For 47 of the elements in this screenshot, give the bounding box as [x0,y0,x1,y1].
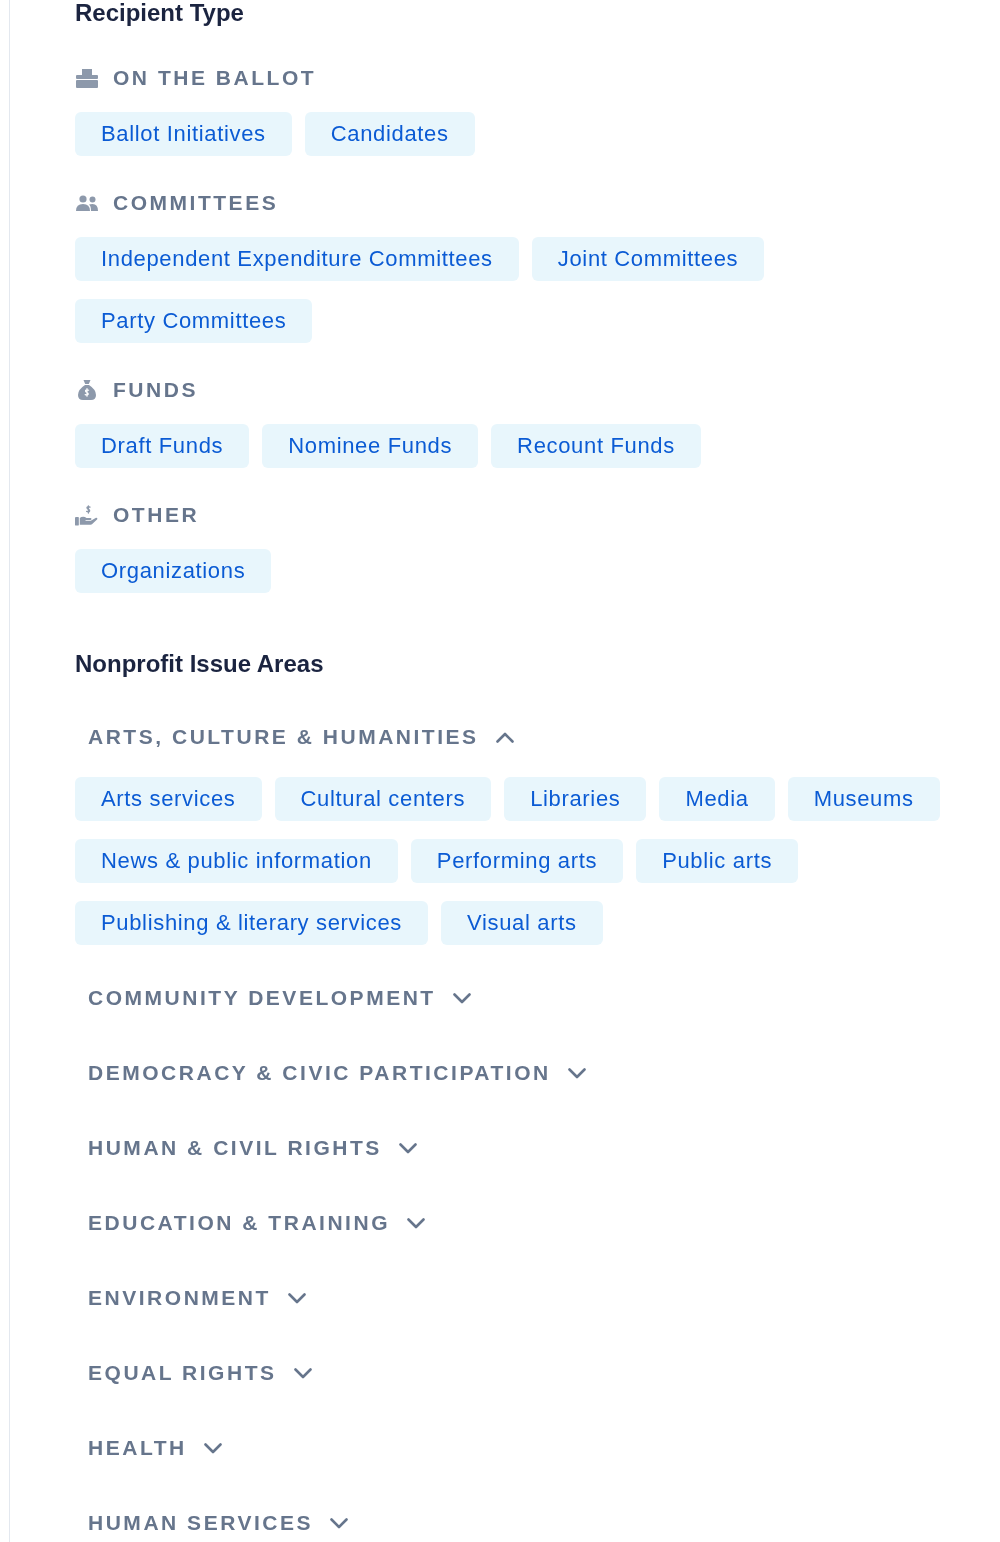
filter-chip[interactable]: Recount Funds [491,424,701,468]
section-title: Nonprofit Issue Areas [75,649,324,679]
filter-chip[interactable]: Publishing & literary services [75,901,429,945]
filter-chip[interactable]: Organizations [75,549,272,593]
category-toggle[interactable]: EDUCATION & TRAINING [88,1209,425,1237]
filter-chip[interactable]: Joint Committees [531,237,765,281]
chevron-down-icon [398,1142,417,1154]
group-heading: ON THE BALLOT [113,65,317,91]
category-toggle[interactable]: EQUAL RIGHTS [88,1359,312,1387]
filter-chip[interactable]: Libraries [504,777,647,821]
filter-chip[interactable]: Performing arts [410,839,624,883]
category-toggle[interactable]: HUMAN & CIVIL RIGHTS [88,1134,417,1162]
filter-chip[interactable]: Nominee Funds [262,424,479,468]
group-heading: COMMITTEES [113,190,279,216]
category-toggle[interactable]: ENVIRONMENT [88,1284,306,1312]
chevron-down-icon [567,1067,586,1079]
filter-chip[interactable]: Museums [787,777,940,821]
chevron-down-icon [203,1442,222,1454]
category-toggle[interactable]: HUMAN SERVICES [88,1509,349,1537]
category-toggle[interactable]: DEMOCRACY & CIVIC PARTICIPATION [88,1059,586,1087]
hand-dollar-icon [75,504,98,526]
category-toggle[interactable]: HEALTH [88,1434,222,1462]
filter-chip[interactable]: Candidates [304,112,475,156]
filter-chip[interactable]: Visual arts [441,901,603,945]
filter-chip[interactable]: News & public information [75,839,398,883]
chevron-down-icon [287,1292,306,1304]
money-bag-icon [77,380,96,400]
people-icon [75,195,98,211]
group-heading: FUNDS [113,377,198,403]
chevron-down-icon [452,992,471,1004]
filter-chip[interactable]: Arts services [75,777,262,821]
group-heading: OTHER [113,502,200,528]
category-toggle[interactable]: ARTS, CULTURE & HUMANITIES [88,723,514,751]
filter-chip[interactable]: Cultural centers [274,777,492,821]
chevron-down-icon [330,1517,349,1529]
ballot-box-icon [75,68,98,88]
filter-chip[interactable]: Party Committees [75,299,313,343]
filter-chip[interactable]: Public arts [636,839,799,883]
filter-chip[interactable]: Independent Expenditure Committees [75,237,519,281]
chevron-down-icon [293,1367,312,1379]
chevron-up-icon [495,731,514,743]
filter-chip[interactable]: Draft Funds [75,424,250,468]
chevron-down-icon [407,1217,425,1229]
filter-chip[interactable]: Ballot Initiatives [75,112,292,156]
filter-chip[interactable]: Media [659,777,775,821]
section-title: Recipient Type [75,0,244,28]
category-toggle[interactable]: COMMUNITY DEVELOPMENT [88,984,471,1012]
